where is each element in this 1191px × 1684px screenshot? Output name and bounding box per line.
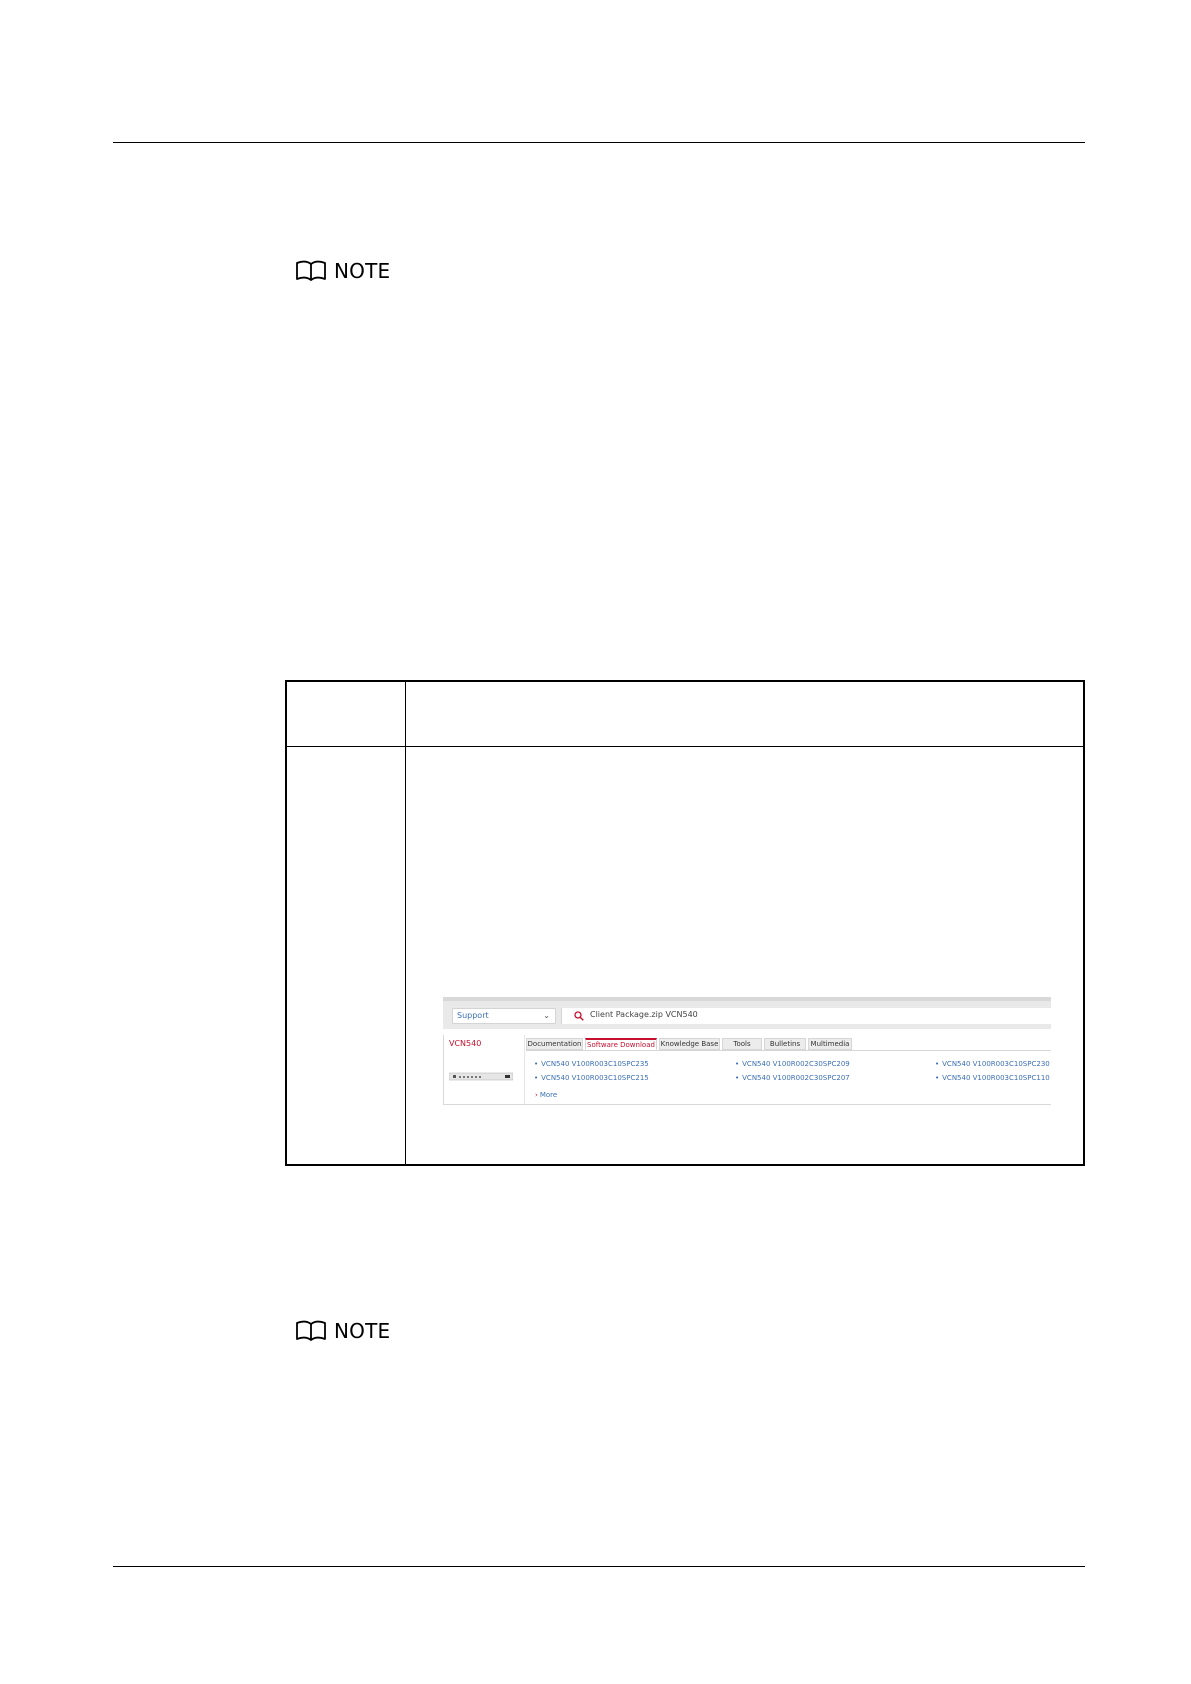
support-select-value: Support: [457, 1011, 489, 1020]
note-label: NOTE: [334, 1319, 391, 1343]
support-select[interactable]: Support ⌄: [452, 1008, 556, 1024]
search-icon: [574, 1011, 584, 1021]
download-link[interactable]: VCN540 V100R003C10SPC230: [935, 1060, 1050, 1068]
tab-bulletins[interactable]: Bulletins: [764, 1038, 806, 1050]
product-panel: VCN540 Documentation Software Download K…: [443, 1035, 1051, 1105]
chevron-down-icon: ⌄: [543, 1011, 550, 1020]
tab-software-download[interactable]: Software Download: [585, 1038, 657, 1050]
note-callout: NOTE: [295, 258, 390, 284]
footer-rule: [113, 1566, 1085, 1567]
download-link[interactable]: VCN540 V100R003C10SPC215: [534, 1074, 649, 1082]
search-bar: Support ⌄ Client Package.zip VCN540: [443, 997, 1051, 1029]
tab-multimedia[interactable]: Multimedia: [808, 1038, 852, 1050]
tab-knowledge-base[interactable]: Knowledge Base: [659, 1038, 720, 1050]
table-header-divider: [287, 746, 1083, 747]
more-link[interactable]: › More: [535, 1091, 557, 1099]
more-label: More: [539, 1091, 558, 1099]
download-link[interactable]: VCN540 V100R002C30SPC207: [735, 1074, 850, 1082]
chevron-right-icon: ›: [535, 1091, 538, 1099]
tab-documentation[interactable]: Documentation: [526, 1038, 583, 1050]
open-book-icon: [296, 1320, 326, 1341]
download-link[interactable]: VCN540 V100R003C10SPC235: [534, 1060, 649, 1068]
search-input[interactable]: Client Package.zip VCN540: [561, 1008, 1051, 1024]
device-image: [449, 1072, 513, 1081]
download-link[interactable]: VCN540 V100R003C10SPC110: [935, 1074, 1050, 1082]
header-rule: [113, 142, 1085, 143]
open-book-icon: [296, 260, 326, 281]
tab-tools[interactable]: Tools: [722, 1038, 762, 1050]
panel-divider: [524, 1035, 525, 1104]
note-label: NOTE: [334, 259, 391, 283]
product-name[interactable]: VCN540: [449, 1039, 481, 1048]
note-callout: NOTE: [295, 1318, 390, 1344]
search-query: Client Package.zip VCN540: [590, 1010, 698, 1019]
product-tabs: Documentation Software Download Knowledg…: [526, 1038, 854, 1050]
table-column-divider: [405, 682, 406, 1164]
support-site-screenshot: Support ⌄ Client Package.zip VCN540 VCN5…: [443, 997, 1051, 1109]
download-link[interactable]: VCN540 V100R002C30SPC209: [735, 1060, 850, 1068]
tab-underline: [526, 1050, 1051, 1051]
